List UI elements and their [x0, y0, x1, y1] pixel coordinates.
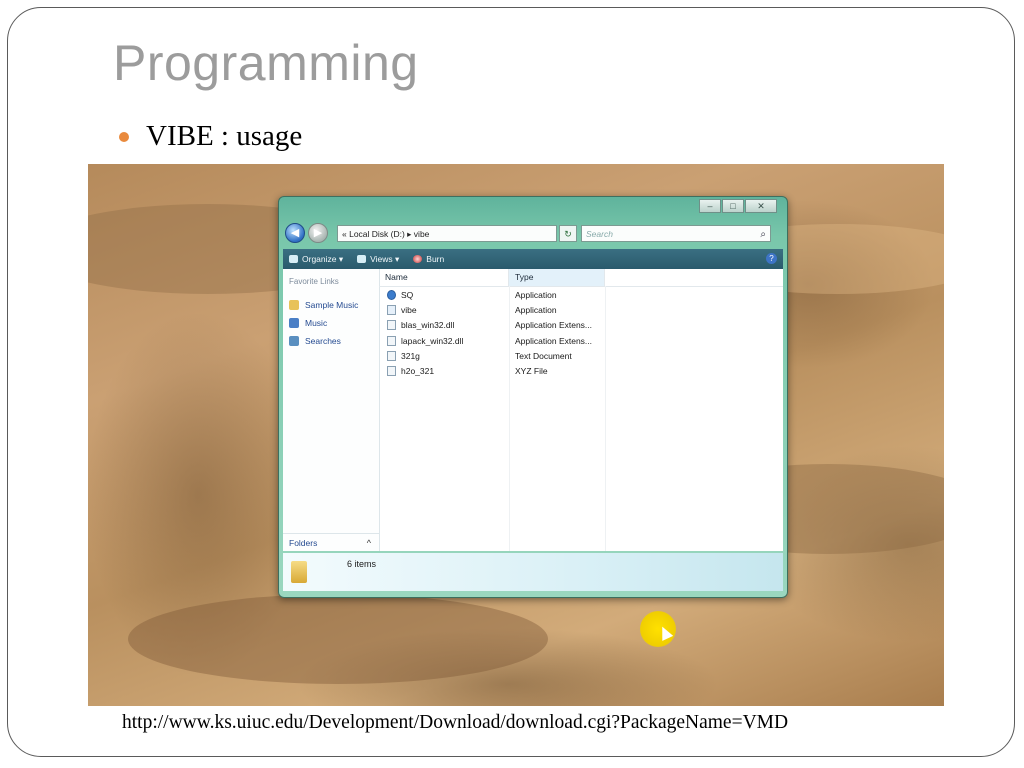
file-row[interactable]: lapack_win32.dll Application Extens...	[379, 333, 783, 348]
searches-icon	[289, 336, 299, 346]
navigation-pane: Favorite Links Sample Music Music Search…	[283, 269, 380, 551]
burn-icon	[413, 255, 423, 263]
bullet-dot-icon	[119, 131, 129, 142]
back-arrow-icon[interactable]: ◀	[285, 223, 305, 243]
fav-item-label: Searches	[305, 336, 341, 346]
source-url: http://www.ks.uiuc.edu/Development/Downl…	[122, 712, 789, 733]
content-area: Favorite Links Sample Music Music Search…	[283, 269, 783, 551]
command-toolbar: Organize ▾ Views ▾ Burn ?	[283, 249, 783, 269]
search-placeholder: Search	[586, 228, 613, 239]
text-doc-icon	[387, 350, 396, 361]
fav-item-label: Sample Music	[305, 300, 359, 310]
file-type: Text Document	[515, 350, 572, 361]
file-icon	[387, 366, 396, 377]
help-icon[interactable]: ?	[766, 253, 777, 264]
embedded-screenshot: – □ ✕ ◀ ▶ « Local Disk (D:) ▸ vibe ↻ Sea…	[88, 164, 944, 706]
path-field[interactable]: « Local Disk (D:) ▸ vibe	[337, 224, 557, 242]
organize-icon	[289, 255, 298, 263]
file-name: blas_win32.dll	[401, 320, 455, 331]
window-controls: – □ ✕	[698, 199, 777, 213]
file-name: SQ	[401, 289, 414, 300]
file-row[interactable]: vibe Application	[379, 302, 783, 317]
file-row[interactable]: h2o_321 XYZ File	[379, 363, 783, 378]
organize-label: Organize ▾	[302, 253, 344, 264]
views-label: Views ▾	[370, 253, 400, 264]
folders-label: Folders	[289, 538, 318, 548]
file-name: h2o_321	[401, 366, 435, 377]
file-type: Application	[515, 304, 557, 315]
address-bar: ◀ ▶ « Local Disk (D:) ▸ vibe ↻ Search ⌕	[285, 221, 779, 245]
favorite-links-list: Sample Music Music Searches	[289, 296, 358, 350]
column-divider	[509, 286, 510, 551]
details-pane: 6 items	[283, 553, 783, 591]
search-input[interactable]: Search ⌕	[581, 224, 771, 243]
slide-title: Programming	[113, 35, 419, 91]
music-icon	[289, 318, 299, 328]
bullet-item: VIBE : usage	[119, 120, 302, 153]
app-icon	[387, 289, 396, 300]
refresh-icon[interactable]: ↻	[559, 224, 577, 242]
column-divider	[605, 286, 606, 551]
file-name: 321g	[401, 350, 420, 361]
explorer-window[interactable]: – □ ✕ ◀ ▶ « Local Disk (D:) ▸ vibe ↻ Sea…	[278, 196, 788, 598]
dll-icon	[387, 335, 396, 346]
file-name: vibe	[401, 304, 417, 315]
file-name: lapack_win32.dll	[401, 335, 464, 346]
column-header-name[interactable]: Name	[379, 269, 509, 286]
minimize-button[interactable]: –	[699, 199, 721, 213]
favorite-links-heading: Favorite Links	[289, 277, 339, 286]
file-type: Application	[515, 289, 557, 300]
organize-button[interactable]: Organize ▾	[289, 254, 343, 265]
file-type: Application Extens...	[515, 335, 593, 346]
rock-texture	[128, 594, 548, 684]
burn-label: Burn	[426, 254, 445, 264]
folder-icon	[291, 561, 307, 583]
folders-toggle[interactable]: Folders ^	[283, 533, 379, 551]
fav-item-searches[interactable]: Searches	[289, 332, 358, 350]
column-headers: Name Type	[379, 269, 783, 287]
chevron-up-icon: ^	[366, 538, 371, 548]
file-row[interactable]: 321g Text Document	[379, 348, 783, 363]
search-icon[interactable]: ⌕	[760, 226, 766, 243]
file-row[interactable]: blas_win32.dll Application Extens...	[379, 318, 783, 333]
file-row[interactable]: SQ Application	[379, 287, 783, 302]
dll-icon	[387, 320, 396, 331]
fav-item-music[interactable]: Music	[289, 314, 358, 332]
fav-item-sample-music[interactable]: Sample Music	[289, 296, 358, 314]
views-button[interactable]: Views ▾	[357, 254, 399, 265]
file-type: Application Extens...	[515, 320, 593, 331]
bullet-text: VIBE : usage	[146, 120, 303, 152]
fav-item-label: Music	[305, 318, 328, 328]
maximize-button[interactable]: □	[722, 199, 744, 213]
close-button[interactable]: ✕	[745, 199, 777, 213]
folder-icon	[289, 300, 299, 310]
column-header-type[interactable]: Type	[509, 269, 605, 286]
burn-button[interactable]: Burn	[413, 254, 444, 264]
file-type: XYZ File	[515, 366, 548, 377]
forward-arrow-icon[interactable]: ▶	[308, 223, 328, 243]
views-icon	[357, 255, 367, 263]
item-count: 6 items	[347, 559, 377, 569]
window-app-icon	[387, 304, 396, 315]
file-list: Name Type SQ Application vibe Applicatio…	[379, 269, 783, 551]
